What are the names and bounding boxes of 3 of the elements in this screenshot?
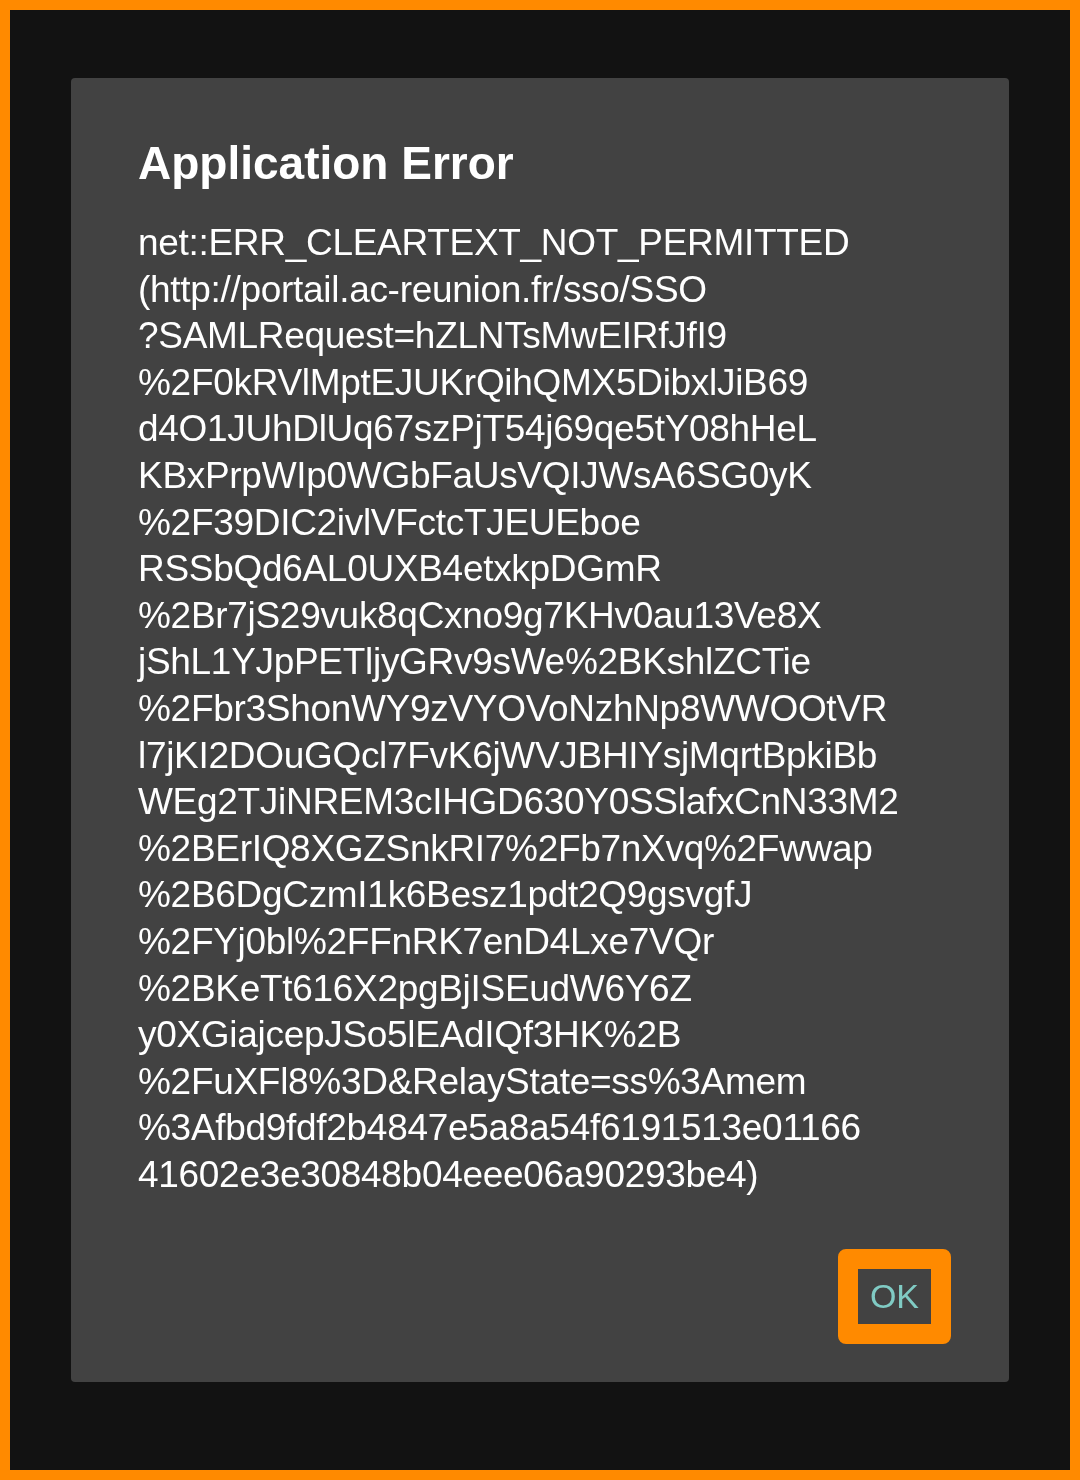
- dialog-title: Application Error: [138, 136, 515, 190]
- error-message: net::ERR_CLEARTEXT_NOT_PERMITTED (http://portail.ac-reunion.fr/sso/SSO ?SAMLRequest=hZLNTsMwEIRfJfI9 %2F0kRVlMptEJUKrQihQMX5DibxlJiB69 d4O1JUhDlUq67szPjT54j69qe5tY08hHeL KBxPrpWIp0WGbFaUsVQIJWsA6SG0yK %2F39DIC2ivlVFctcTJEUEboe RSSbQd6AL0UXB4etxkpDGmR %2Br7jS29vuk8qCxno9g7KHv0au13Ve8X jShL1YJpPETljyGRv9sWe%2BKshlZCTie %2Fbr3ShonWY9zVYOVoNzhNp8WWOOtVR l7jKI2DOuGQcl7FvK6jWVJBHIYsjMqrtBpkiBb WEg2TJiNREM3cIHGD630Y0SSlafxCnN33M2 %2BErIQ8XGZSnkRI7%2Fb7nXvq%2Fwwap %2B6DgCzmI1k6Besz1pdt2Q9gsvgfJ %2FYj0bl%2FFnRK7enD4Lxe7VQr %2BKeTt616X2pgBjISEudW6Y6Z y0XGiajcepJSo5lEAdIQf3HK%2B %2FuXFl8%3D&RelayState=ss%3Amem %3Afbd9fdf2b4847e5a8a54f6191513e01166 41602e3e30848b04eee06a90293be4): [138, 221, 900, 1197]
- ok-button[interactable]: OK: [837, 1249, 951, 1344]
